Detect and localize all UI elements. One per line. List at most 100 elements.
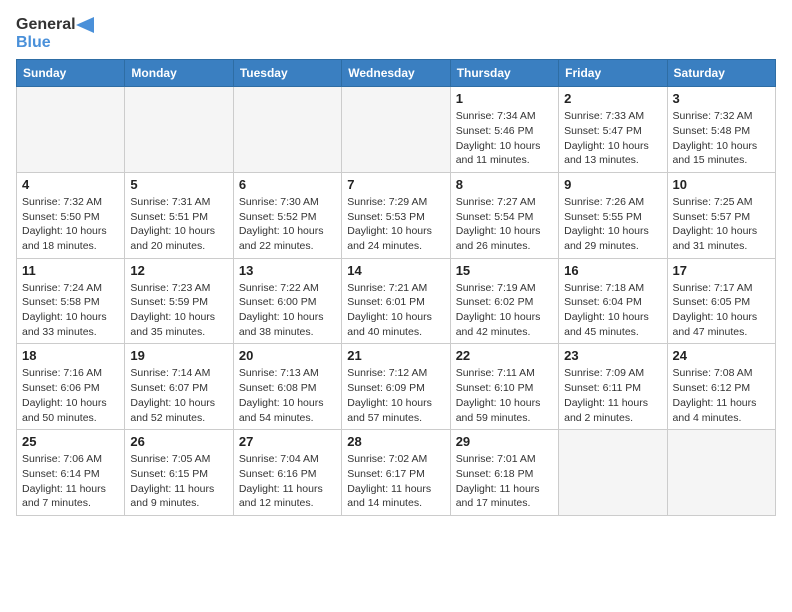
- day-of-week-header: Saturday: [667, 60, 775, 87]
- calendar-day-cell: [125, 87, 233, 173]
- calendar-day-cell: 10 Sunrise: 7:25 AM Sunset: 5:57 PM Dayli…: [667, 172, 775, 258]
- day-number: 3: [673, 91, 770, 106]
- calendar-day-cell: 8 Sunrise: 7:27 AM Sunset: 5:54 PM Daylig…: [450, 172, 558, 258]
- day-number: 24: [673, 348, 770, 363]
- calendar-day-cell: 16 Sunrise: 7:18 AM Sunset: 6:04 PM Dayli…: [559, 258, 667, 344]
- day-info: Sunrise: 7:11 AM Sunset: 6:10 PM Dayligh…: [456, 366, 553, 425]
- calendar-day-cell: 7Sunrise: 7:29 AM Sunset: 5:53 PM Daylig…: [342, 172, 450, 258]
- day-number: 25: [22, 434, 119, 449]
- day-info: Sunrise: 7:04 AM Sunset: 6:16 PM Dayligh…: [239, 452, 336, 511]
- day-info: Sunrise: 7:22 AM Sunset: 6:00 PM Dayligh…: [239, 281, 336, 340]
- day-info: Sunrise: 7:33 AM Sunset: 5:47 PM Dayligh…: [564, 109, 661, 168]
- calendar-day-cell: 17Sunrise: 7:17 AM Sunset: 6:05 PM Dayli…: [667, 258, 775, 344]
- day-number: 8: [456, 177, 553, 192]
- day-number: 11: [22, 263, 119, 278]
- calendar-day-cell: 22 Sunrise: 7:11 AM Sunset: 6:10 PM Dayli…: [450, 344, 558, 430]
- calendar-day-cell: 18 Sunrise: 7:16 AM Sunset: 6:06 PM Dayli…: [17, 344, 125, 430]
- day-number: 7: [347, 177, 444, 192]
- calendar-day-cell: [233, 87, 341, 173]
- calendar-day-cell: 19 Sunrise: 7:14 AM Sunset: 6:07 PM Dayli…: [125, 344, 233, 430]
- calendar-day-cell: 2 Sunrise: 7:33 AM Sunset: 5:47 PM Daylig…: [559, 87, 667, 173]
- day-info: Sunrise: 7:16 AM Sunset: 6:06 PM Dayligh…: [22, 366, 119, 425]
- day-number: 6: [239, 177, 336, 192]
- day-info: Sunrise: 7:01 AM Sunset: 6:18 PM Dayligh…: [456, 452, 553, 511]
- day-number: 18: [22, 348, 119, 363]
- day-number: 19: [130, 348, 227, 363]
- day-number: 23: [564, 348, 661, 363]
- day-info: Sunrise: 7:09 AM Sunset: 6:11 PM Dayligh…: [564, 366, 661, 425]
- calendar-day-cell: 11 Sunrise: 7:24 AM Sunset: 5:58 PM Dayli…: [17, 258, 125, 344]
- day-info: Sunrise: 7:21 AM Sunset: 6:01 PM Dayligh…: [347, 281, 444, 340]
- calendar-day-cell: 15 Sunrise: 7:19 AM Sunset: 6:02 PM Dayli…: [450, 258, 558, 344]
- day-number: 28: [347, 434, 444, 449]
- day-info: Sunrise: 7:12 AM Sunset: 6:09 PM Dayligh…: [347, 366, 444, 425]
- logo: General Blue: [16, 16, 94, 51]
- day-number: 12: [130, 263, 227, 278]
- calendar-day-cell: 6 Sunrise: 7:30 AM Sunset: 5:52 PM Daylig…: [233, 172, 341, 258]
- logo-blue: Blue: [16, 34, 51, 51]
- calendar-day-cell: [667, 430, 775, 516]
- day-number: 13: [239, 263, 336, 278]
- day-number: 20: [239, 348, 336, 363]
- calendar-day-cell: 25 Sunrise: 7:06 AM Sunset: 6:14 PM Dayli…: [17, 430, 125, 516]
- calendar-day-cell: 12Sunrise: 7:23 AM Sunset: 5:59 PM Dayli…: [125, 258, 233, 344]
- day-of-week-header: Thursday: [450, 60, 558, 87]
- calendar-day-cell: 4 Sunrise: 7:32 AM Sunset: 5:50 PM Daylig…: [17, 172, 125, 258]
- day-info: Sunrise: 7:27 AM Sunset: 5:54 PM Dayligh…: [456, 195, 553, 254]
- day-of-week-header: Tuesday: [233, 60, 341, 87]
- calendar-day-cell: 23 Sunrise: 7:09 AM Sunset: 6:11 PM Dayli…: [559, 344, 667, 430]
- day-info: Sunrise: 7:02 AM Sunset: 6:17 PM Dayligh…: [347, 452, 444, 511]
- day-info: Sunrise: 7:25 AM Sunset: 5:57 PM Dayligh…: [673, 195, 770, 254]
- day-of-week-header: Friday: [559, 60, 667, 87]
- day-number: 15: [456, 263, 553, 278]
- day-info: Sunrise: 7:32 AM Sunset: 5:50 PM Dayligh…: [22, 195, 119, 254]
- day-number: 2: [564, 91, 661, 106]
- day-number: 10: [673, 177, 770, 192]
- calendar-day-cell: 27 Sunrise: 7:04 AM Sunset: 6:16 PM Dayli…: [233, 430, 341, 516]
- day-info: Sunrise: 7:31 AM Sunset: 5:51 PM Dayligh…: [130, 195, 227, 254]
- day-info: Sunrise: 7:05 AM Sunset: 6:15 PM Dayligh…: [130, 452, 227, 511]
- calendar-day-cell: 5 Sunrise: 7:31 AM Sunset: 5:51 PM Daylig…: [125, 172, 233, 258]
- calendar-day-cell: [559, 430, 667, 516]
- day-number: 5: [130, 177, 227, 192]
- day-number: 26: [130, 434, 227, 449]
- day-number: 1: [456, 91, 553, 106]
- day-info: Sunrise: 7:14 AM Sunset: 6:07 PM Dayligh…: [130, 366, 227, 425]
- day-number: 21: [347, 348, 444, 363]
- calendar-day-cell: 14 Sunrise: 7:21 AM Sunset: 6:01 PM Dayli…: [342, 258, 450, 344]
- calendar-week-row: 1 Sunrise: 7:34 AM Sunset: 5:46 PM Daylig…: [17, 87, 776, 173]
- calendar-week-row: 4 Sunrise: 7:32 AM Sunset: 5:50 PM Daylig…: [17, 172, 776, 258]
- calendar-day-cell: 29 Sunrise: 7:01 AM Sunset: 6:18 PM Dayli…: [450, 430, 558, 516]
- day-of-week-header: Monday: [125, 60, 233, 87]
- day-number: 17: [673, 263, 770, 278]
- day-info: Sunrise: 7:06 AM Sunset: 6:14 PM Dayligh…: [22, 452, 119, 511]
- day-number: 16: [564, 263, 661, 278]
- day-info: Sunrise: 7:30 AM Sunset: 5:52 PM Dayligh…: [239, 195, 336, 254]
- day-of-week-header: Sunday: [17, 60, 125, 87]
- day-number: 22: [456, 348, 553, 363]
- calendar-day-cell: 20 Sunrise: 7:13 AM Sunset: 6:08 PM Dayli…: [233, 344, 341, 430]
- day-number: 9: [564, 177, 661, 192]
- day-info: Sunrise: 7:32 AM Sunset: 5:48 PM Dayligh…: [673, 109, 770, 168]
- calendar-day-cell: 13 Sunrise: 7:22 AM Sunset: 6:00 PM Dayli…: [233, 258, 341, 344]
- day-info: Sunrise: 7:19 AM Sunset: 6:02 PM Dayligh…: [456, 281, 553, 340]
- calendar-week-row: 11 Sunrise: 7:24 AM Sunset: 5:58 PM Dayli…: [17, 258, 776, 344]
- calendar-day-cell: [342, 87, 450, 173]
- day-info: Sunrise: 7:26 AM Sunset: 5:55 PM Dayligh…: [564, 195, 661, 254]
- day-number: 29: [456, 434, 553, 449]
- logo-general: General: [16, 16, 76, 33]
- day-info: Sunrise: 7:24 AM Sunset: 5:58 PM Dayligh…: [22, 281, 119, 340]
- day-number: 27: [239, 434, 336, 449]
- calendar-day-cell: [17, 87, 125, 173]
- header: General Blue: [16, 16, 776, 51]
- calendar-week-row: 18 Sunrise: 7:16 AM Sunset: 6:06 PM Dayli…: [17, 344, 776, 430]
- day-info: Sunrise: 7:34 AM Sunset: 5:46 PM Dayligh…: [456, 109, 553, 168]
- day-number: 4: [22, 177, 119, 192]
- day-info: Sunrise: 7:13 AM Sunset: 6:08 PM Dayligh…: [239, 366, 336, 425]
- day-info: Sunrise: 7:08 AM Sunset: 6:12 PM Dayligh…: [673, 366, 770, 425]
- calendar-day-cell: 9 Sunrise: 7:26 AM Sunset: 5:55 PM Daylig…: [559, 172, 667, 258]
- calendar-table: SundayMondayTuesdayWednesdayThursdayFrid…: [16, 59, 776, 516]
- calendar-week-row: 25 Sunrise: 7:06 AM Sunset: 6:14 PM Dayli…: [17, 430, 776, 516]
- day-number: 14: [347, 263, 444, 278]
- day-info: Sunrise: 7:18 AM Sunset: 6:04 PM Dayligh…: [564, 281, 661, 340]
